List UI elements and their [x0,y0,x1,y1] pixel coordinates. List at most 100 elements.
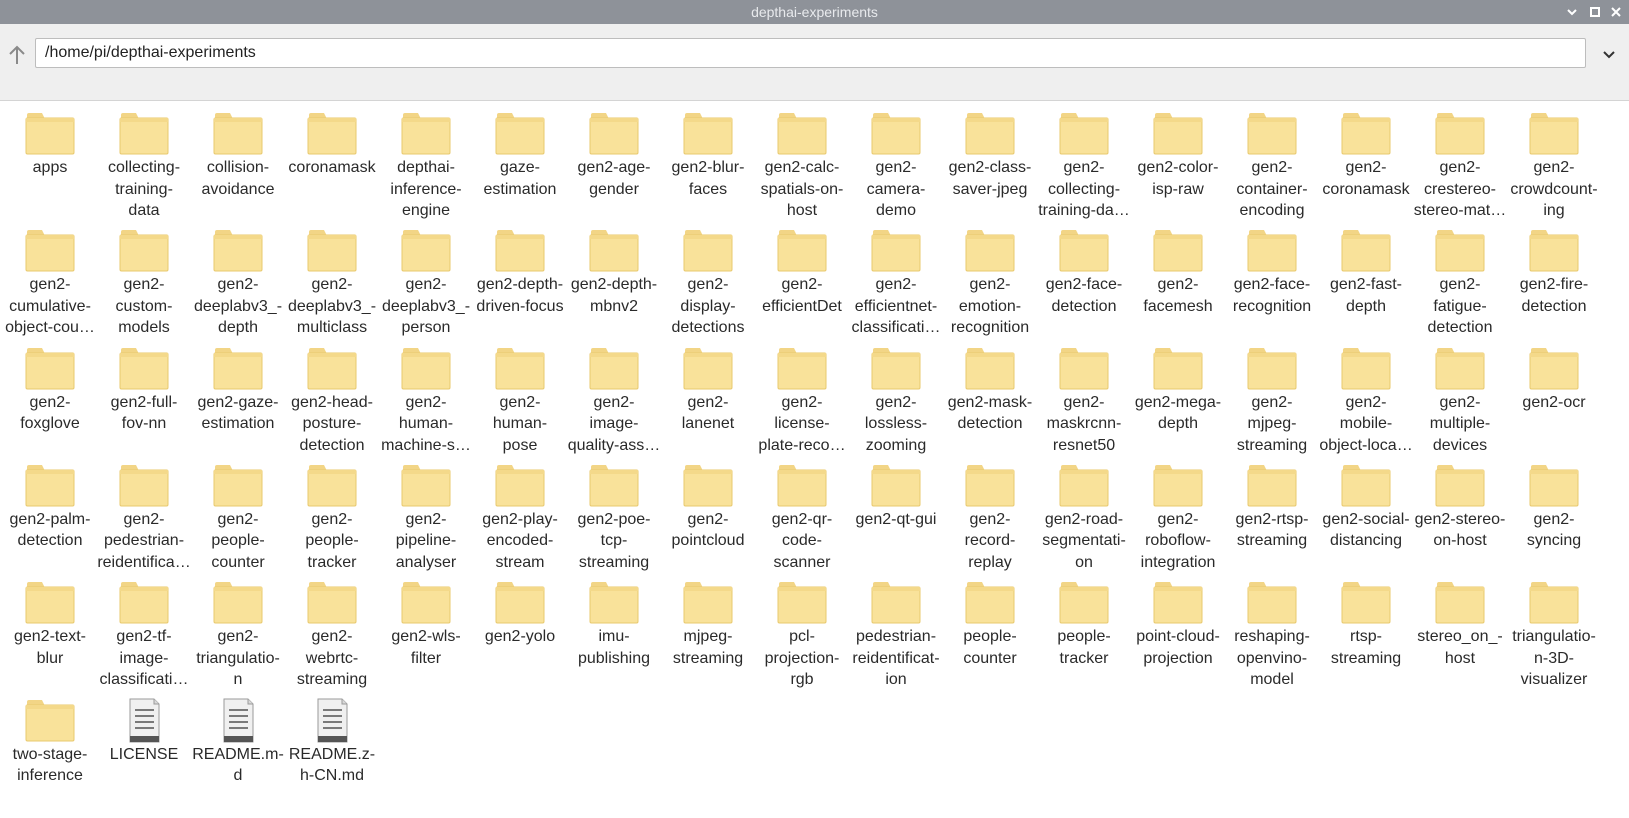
folder-item[interactable]: gaze- estimation [475,103,565,215]
folder-item[interactable]: gen2- cumulative- object-cou… [5,220,95,336]
folder-item[interactable]: gen2- efficientnet- classificati… [851,220,941,336]
folder-item[interactable]: gen2-fast- depth [1321,220,1411,332]
minimize-icon[interactable] [1561,0,1583,24]
folder-item[interactable]: gen2- license- plate-reco… [757,338,847,454]
folder-icon [869,463,923,509]
folder-item[interactable]: gen2-stereo- on-host [1415,455,1505,567]
folder-item[interactable]: gen2-ocr [1509,338,1599,450]
folder-item[interactable]: gen2- image- quality-ass… [568,338,660,454]
folder-item[interactable]: gen2- lossless- zooming [851,338,941,454]
folder-item[interactable]: gen2-class- saver-jpeg [945,103,1035,215]
folder-item[interactable]: imu- publishing [569,572,659,684]
folder-item[interactable]: gen2- human- machine-s… [381,338,471,454]
folder-item[interactable]: gen2-palm- detection [5,455,95,567]
folder-item[interactable]: gen2-poe- tcp- streaming [569,455,659,571]
folder-item[interactable]: gen2- display- detections [663,220,753,336]
up-arrow-icon[interactable] [4,40,30,70]
folder-item[interactable]: coronamask [287,103,377,215]
folder-item[interactable]: gen2-mega- depth [1133,338,1223,450]
folder-item[interactable]: gen2-mask- detection [945,338,1035,450]
folder-item[interactable]: gen2-play- encoded- stream [475,455,565,571]
folder-item[interactable]: gen2-gaze- estimation [193,338,283,450]
folder-item[interactable]: gen2- mjpeg- streaming [1227,338,1317,454]
folder-item[interactable]: gen2- deeplabv3_- depth [193,220,283,336]
folder-item[interactable]: gen2-text- blur [5,572,95,684]
folder-item[interactable]: pedestrian- reidentificat- ion [851,572,941,688]
folder-item[interactable]: people- tracker [1039,572,1129,684]
folder-item[interactable]: apps [5,103,95,215]
folder-item[interactable]: gen2-tf- image- classificati… [99,572,189,688]
folder-item[interactable]: gen2-age- gender [569,103,659,215]
folder-item[interactable]: gen2- coronamask [1321,103,1411,215]
folder-item[interactable]: gen2-depth- driven-focus [475,220,565,332]
item-label: imu- publishing [577,628,651,667]
folder-item[interactable]: gen2-road- segmentati- on [1039,455,1129,571]
folder-item[interactable]: gen2- facemesh [1133,220,1223,332]
folder-item[interactable]: gen2-fire- detection [1509,220,1599,332]
folder-item[interactable]: gen2-social- distancing [1321,455,1411,567]
folder-item[interactable]: triangulatio- n-3D- visualizer [1509,572,1599,688]
folder-item[interactable]: gen2- camera- demo [851,103,941,219]
folder-item[interactable]: gen2-face- detection [1039,220,1129,332]
folder-item[interactable]: people- counter [945,572,1035,684]
chevron-down-icon[interactable] [1594,40,1624,70]
folder-item[interactable]: stereo_on_- host [1415,572,1505,684]
folder-item[interactable]: gen2- pointcloud [663,455,753,567]
folder-item[interactable]: gen2-qt-gui [851,455,941,567]
folder-item[interactable]: gen2-blur- faces [663,103,753,215]
folder-item[interactable]: rtsp- streaming [1321,572,1411,684]
folder-item[interactable]: depthai- inference- engine [381,103,471,219]
folder-item[interactable]: pcl- projection- rgb [757,572,847,688]
file-item[interactable]: README.m- d [192,690,284,802]
maximize-icon[interactable] [1584,0,1606,24]
folder-item[interactable]: gen2-rtsp- streaming [1227,455,1317,567]
item-label: gen2-blur- faces [671,159,745,198]
folder-item[interactable]: gen2- record- replay [945,455,1035,571]
folder-item[interactable]: gen2- people- counter [193,455,283,571]
folder-item[interactable]: gen2-color- isp-raw [1133,103,1223,215]
folder-item[interactable]: gen2- triangulatio- n [193,572,283,688]
folder-item[interactable]: gen2- foxglove [5,338,95,450]
folder-item[interactable]: gen2-yolo [475,572,565,684]
folder-item[interactable]: gen2- maskrcnn- resnet50 [1039,338,1129,454]
folder-item[interactable]: mjpeg- streaming [663,572,753,684]
folder-item[interactable]: gen2- deeplabv3_- multiclass [287,220,377,336]
folder-item[interactable]: gen2-full- fov-nn [99,338,189,450]
folder-item[interactable]: gen2- fatigue- detection [1415,220,1505,336]
folder-item[interactable]: gen2- container- encoding [1227,103,1317,219]
folder-item[interactable]: gen2- efficientDet [757,220,847,332]
folder-item[interactable]: collision- avoidance [193,103,283,215]
folder-item[interactable]: collecting- training- data [99,103,189,219]
folder-item[interactable]: point-cloud- projection [1133,572,1223,684]
folder-item[interactable]: gen2- deeplabv3_- person [381,220,471,336]
folder-item[interactable]: gen2- mobile- object-loca… [1319,338,1413,454]
folder-item[interactable]: gen2-qr- code- scanner [757,455,847,571]
folder-item[interactable]: gen2-head- posture- detection [287,338,377,454]
folder-item[interactable]: gen2- human- pose [475,338,565,454]
path-input[interactable] [35,38,1586,68]
folder-item[interactable]: gen2- webrtc- streaming [287,572,377,688]
folder-item[interactable]: gen2- lanenet [663,338,753,450]
folder-item[interactable]: reshaping- openvino- model [1227,572,1317,688]
folder-item[interactable]: gen2-calc- spatials-on- host [757,103,847,219]
folder-item[interactable]: gen2- custom- models [99,220,189,336]
folder-item[interactable]: gen2-wls- filter [381,572,471,684]
folder-item[interactable]: gen2- people- tracker [287,455,377,571]
folder-item[interactable]: gen2- pedestrian- reidentifica… [97,455,191,571]
folder-item[interactable]: gen2-depth- mbnv2 [569,220,659,332]
folder-item[interactable]: gen2- crestereo- stereo-mat… [1414,103,1506,219]
item-label: people- tracker [1057,628,1111,667]
folder-item[interactable]: gen2- emotion- recognition [945,220,1035,336]
folder-item[interactable]: gen2- multiple- devices [1415,338,1505,454]
folder-icon [305,346,359,392]
folder-item[interactable]: gen2- pipeline- analyser [381,455,471,571]
folder-item[interactable]: gen2- collecting- training-da… [1038,103,1130,219]
folder-item[interactable]: gen2- roboflow- integration [1133,455,1223,571]
folder-item[interactable]: two-stage- inference [5,690,95,802]
folder-item[interactable]: gen2-face- recognition [1227,220,1317,332]
close-icon[interactable] [1605,0,1627,24]
file-item[interactable]: README.z- h-CN.md [287,690,377,802]
folder-item[interactable]: gen2- syncing [1509,455,1599,567]
file-item[interactable]: LICENSE [99,690,189,802]
folder-item[interactable]: gen2- crowdcount- ing [1509,103,1599,219]
